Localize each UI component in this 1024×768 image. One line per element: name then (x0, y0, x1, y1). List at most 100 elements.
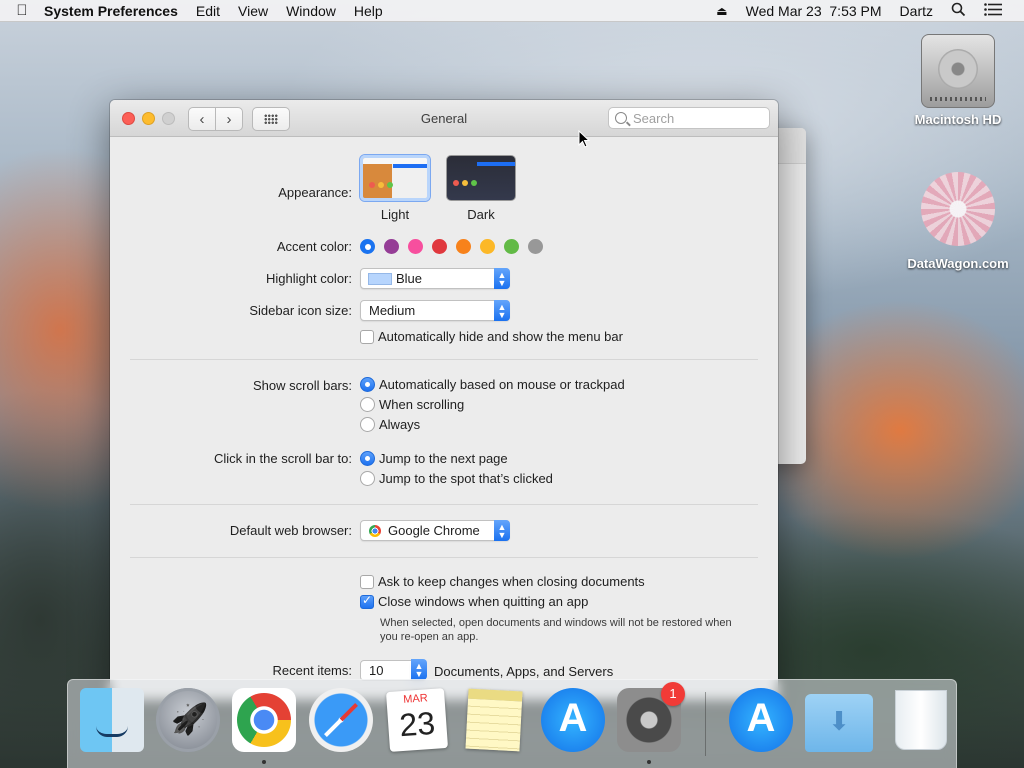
dock-launchpad-icon[interactable] (156, 688, 220, 752)
jump-to-spot-option[interactable]: Jump to the spot that’s clicked (360, 471, 553, 486)
highlight-color-label: Highlight color: (266, 271, 352, 286)
highlight-swatch (368, 272, 392, 285)
scroll-bars-always-label: Always (379, 417, 421, 432)
auto-hide-menu-bar-checkbox[interactable] (360, 329, 374, 344)
menu-user[interactable]: Dartz (900, 3, 933, 19)
ask-keep-changes-option[interactable]: Ask to keep changes when closing documen… (360, 574, 645, 589)
desktop-icon-macintosh-hd[interactable]: Macintosh HD (903, 34, 1013, 127)
sidebar-icon-size-label: Sidebar icon size: (249, 303, 352, 318)
desktop-icon-label: DataWagon.com (907, 256, 1009, 271)
scroll-bars-always-option[interactable]: Always (360, 417, 420, 432)
jump-to-spot-label: Jump to the spot that’s clicked (379, 471, 553, 486)
dock-notes-icon[interactable] (465, 688, 523, 752)
accent-color-swatch[interactable] (432, 239, 447, 254)
menu-help[interactable]: Help (354, 3, 383, 19)
dock-trash-icon[interactable] (895, 690, 947, 750)
scroll-bars-when-scrolling-option[interactable]: When scrolling (360, 397, 464, 412)
popup-arrows-icon: ▲ ▼ (494, 268, 510, 289)
search-icon (615, 112, 627, 124)
recent-items-popup[interactable]: 10 ▲ ▼ (360, 659, 427, 681)
divider (130, 359, 758, 360)
appearance-light-option[interactable]: Light (360, 155, 430, 222)
scroll-bars-auto-radio[interactable] (360, 377, 375, 392)
recent-items-label: Recent items: (272, 663, 352, 678)
highlight-color-value: Blue (396, 271, 423, 286)
auto-hide-menu-bar-label: Automatically hide and show the menu bar (378, 329, 623, 344)
notification-center-icon[interactable] (984, 3, 1002, 19)
sidebar-icon-size-popup[interactable]: Medium ▲ ▼ (360, 300, 510, 321)
scroll-bars-always-radio[interactable] (360, 417, 375, 432)
dock-finder-icon[interactable] (80, 688, 144, 752)
menu-bar:  System Preferences Edit View Window He… (0, 0, 1024, 22)
accent-color-label: Accent color: (276, 239, 352, 254)
divider (130, 504, 758, 505)
sidebar-icon-size-value: Medium (369, 303, 416, 318)
menu-edit[interactable]: Edit (196, 3, 220, 19)
close-windows-label: Close windows when quitting an app (378, 594, 589, 609)
hard-drive-icon (921, 34, 995, 108)
flower-icon (921, 172, 995, 246)
menu-view[interactable]: View (238, 3, 268, 19)
popup-arrows-icon: ▲ ▼ (411, 659, 427, 680)
desktop-icon-label: Macintosh HD (914, 112, 1002, 127)
accent-color-swatch[interactable] (384, 239, 399, 254)
default-browser-label: Default web browser: (229, 523, 352, 538)
dock-system-preferences-icon[interactable]: 1 (617, 682, 685, 764)
chrome-icon (369, 524, 381, 537)
jump-next-page-option[interactable]: Jump to the next page (360, 451, 508, 466)
jump-next-page-radio[interactable] (360, 451, 375, 466)
recent-items-value: 10 (369, 663, 384, 678)
popup-arrows-icon: ▲ ▼ (494, 520, 510, 541)
light-appearance-thumbnail (360, 155, 430, 201)
menu-window[interactable]: Window (286, 3, 336, 19)
dock-calendar-icon[interactable]: MAR 23 (385, 688, 449, 752)
scroll-bars-when-scrolling-radio[interactable] (360, 397, 375, 412)
close-windows-checkbox[interactable] (360, 593, 374, 609)
appearance-dark-option[interactable]: Dark (446, 155, 516, 222)
click-scroll-bar-label: Click in the scroll bar to: (214, 451, 352, 466)
highlight-color-popup[interactable]: Blue ▲ ▼ (360, 268, 510, 289)
dock-downloads-folder-icon[interactable] (805, 694, 873, 752)
close-windows-note: When selected, open documents and window… (380, 617, 732, 643)
accent-color-swatch[interactable] (504, 239, 519, 254)
dock-app-store-downloads-icon[interactable] (729, 688, 793, 752)
accent-color-swatches (360, 239, 543, 254)
desktop-icon-datawagon[interactable]: DataWagon.com (903, 172, 1013, 271)
menu-clock[interactable]: Wed Mar 23 7:53 PM (746, 3, 882, 19)
search-input[interactable] (633, 110, 753, 126)
calendar-day: 23 (398, 704, 437, 744)
appearance-label: Appearance: (278, 185, 352, 200)
mouse-cursor-icon (578, 129, 591, 151)
default-browser-popup[interactable]: Google Chrome ▲ ▼ (360, 520, 510, 541)
accent-color-swatch[interactable] (456, 239, 471, 254)
dock-chrome-icon[interactable] (232, 688, 296, 764)
scroll-bars-when-scrolling-label: When scrolling (379, 397, 465, 412)
dock-app-store-icon[interactable] (541, 688, 605, 752)
popup-arrows-icon: ▲ ▼ (494, 300, 510, 321)
menu-app-name[interactable]: System Preferences (44, 3, 178, 19)
appearance-dark-caption: Dark (467, 207, 495, 222)
scroll-bars-auto-option[interactable]: Automatically based on mouse or trackpad (360, 377, 625, 392)
jump-to-spot-radio[interactable] (360, 471, 375, 486)
spotlight-search-icon[interactable] (951, 2, 966, 20)
window-titlebar[interactable]: ‹ › General (110, 100, 778, 137)
jump-next-page-label: Jump to the next page (379, 451, 508, 466)
system-preferences-window: ‹ › General Appearance: Light Dark Accen… (110, 100, 778, 700)
auto-hide-menu-bar-option[interactable]: Automatically hide and show the menu bar (360, 329, 623, 344)
close-windows-option[interactable]: Close windows when quitting an app (360, 593, 589, 609)
apple-menu-icon[interactable]:  (0, 2, 44, 19)
accent-color-swatch[interactable] (408, 239, 423, 254)
dock-safari-icon[interactable] (309, 688, 373, 752)
dock-divider (705, 692, 706, 756)
search-field[interactable] (608, 107, 770, 129)
accent-color-swatch[interactable] (480, 239, 495, 254)
dock: MAR 23 1 (67, 679, 957, 768)
dark-appearance-thumbnail (446, 155, 516, 201)
eject-icon[interactable]: ⏏ (716, 4, 727, 18)
accent-color-swatch[interactable] (528, 239, 543, 254)
ask-keep-changes-label: Ask to keep changes when closing documen… (378, 574, 645, 589)
ask-keep-changes-checkbox[interactable] (360, 574, 374, 589)
accent-color-swatch[interactable] (360, 239, 375, 254)
show-scroll-bars-label: Show scroll bars: (253, 378, 352, 393)
scroll-bars-auto-label: Automatically based on mouse or trackpad (379, 377, 625, 392)
